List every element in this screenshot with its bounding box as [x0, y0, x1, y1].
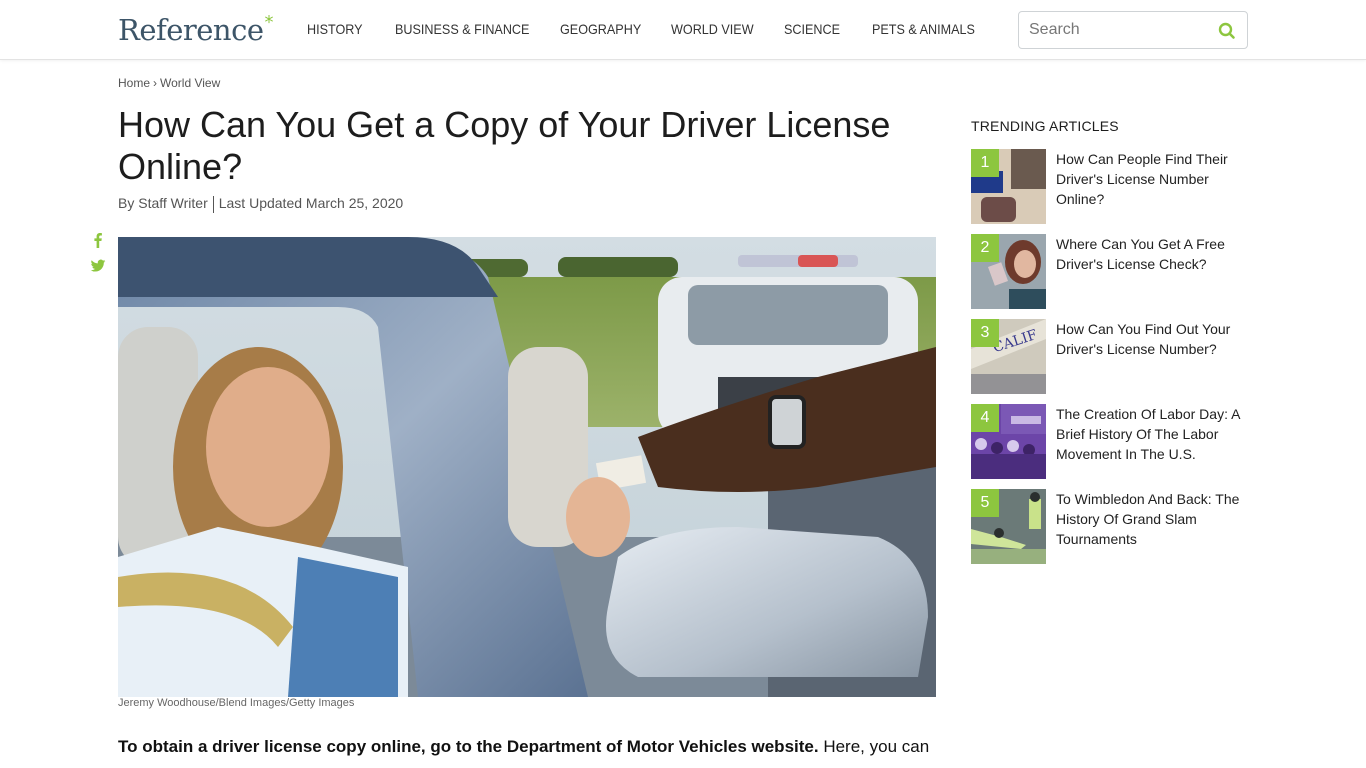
trending-title-link[interactable]: Where Can You Get A Free Driver's Licens… [1056, 234, 1251, 274]
logo-asterisk-icon: * [264, 12, 274, 33]
search-box [1018, 11, 1248, 49]
trending-title: TRENDING ARTICLES [971, 118, 1119, 134]
twitter-share-button[interactable] [90, 258, 106, 274]
trending-rank: 2 [971, 234, 999, 262]
trending-rank: 5 [971, 489, 999, 517]
nav-geography[interactable]: GEOGRAPHY [560, 21, 641, 37]
trending-item-5[interactable]: 5 To Wimbledon And Back: The History Of … [971, 489, 1251, 564]
breadcrumb-home[interactable]: Home [118, 76, 150, 90]
trending-title-link[interactable]: How Can You Find Out Your Driver's Licen… [1056, 319, 1251, 359]
page-title: How Can You Get a Copy of Your Driver Li… [118, 104, 891, 187]
lead-bold: To obtain a driver license copy online, … [118, 737, 819, 756]
breadcrumb: Home › World View [118, 76, 220, 90]
trending-rank: 1 [971, 149, 999, 177]
trending-thumbnail: 5 [971, 489, 1046, 564]
nav-world-view[interactable]: WORLD VIEW [671, 21, 754, 37]
social-share [90, 232, 108, 284]
trending-thumbnail: 4 [971, 404, 1046, 479]
image-caption: Jeremy Woodhouse/Blend Images/Getty Imag… [118, 697, 355, 709]
nav-business-finance[interactable]: BUSINESS & FINANCE [395, 21, 529, 37]
trending-rank: 3 [971, 319, 999, 347]
nav-pets-animals[interactable]: PETS & ANIMALS [872, 21, 975, 37]
hero-illustration [118, 237, 936, 697]
trending-rank: 4 [971, 404, 999, 432]
author: By Staff Writer [118, 195, 208, 211]
byline-divider [212, 195, 214, 213]
site-logo[interactable]: Reference* [118, 12, 273, 53]
facebook-share-button[interactable] [90, 232, 106, 248]
byline: By Staff Writer Last Updated March 25, 20… [118, 195, 403, 213]
breadcrumb-separator: › [153, 76, 158, 90]
facebook-icon [94, 233, 102, 248]
trending-item-1[interactable]: 1 How Can People Find Their Driver's Lic… [971, 149, 1251, 224]
site-header: Reference* HISTORY BUSINESS & FINANCE GE… [0, 0, 1366, 60]
breadcrumb-world-view[interactable]: World View [160, 76, 220, 90]
trending-thumbnail: CALIF 3 [971, 319, 1046, 394]
hero-image [118, 237, 936, 697]
search-icon [1218, 22, 1235, 39]
nav-science[interactable]: SCIENCE [784, 21, 840, 37]
last-updated: Last Updated March 25, 2020 [218, 195, 404, 211]
trending-thumbnail: 1 [971, 149, 1046, 224]
twitter-icon [90, 259, 106, 272]
trending-item-4[interactable]: 4 The Creation Of Labor Day: A Brief His… [971, 404, 1251, 479]
search-input[interactable] [1029, 20, 1209, 40]
trending-title-link[interactable]: To Wimbledon And Back: The History Of Gr… [1056, 489, 1251, 549]
article-lead: To obtain a driver license copy online, … [118, 736, 948, 758]
search-button[interactable] [1217, 21, 1237, 41]
trending-title-link[interactable]: How Can People Find Their Driver's Licen… [1056, 149, 1251, 209]
nav-history[interactable]: HISTORY [307, 21, 363, 37]
trending-item-2[interactable]: 2 Where Can You Get A Free Driver's Lice… [971, 234, 1251, 309]
lead-rest: Here, you can [818, 737, 930, 756]
logo-text: Reference [118, 13, 264, 47]
trending-item-3[interactable]: CALIF 3 How Can You Find Out Your Driver… [971, 319, 1251, 394]
trending-title-link[interactable]: The Creation Of Labor Day: A Brief Histo… [1056, 404, 1251, 464]
trending-thumbnail: 2 [971, 234, 1046, 309]
